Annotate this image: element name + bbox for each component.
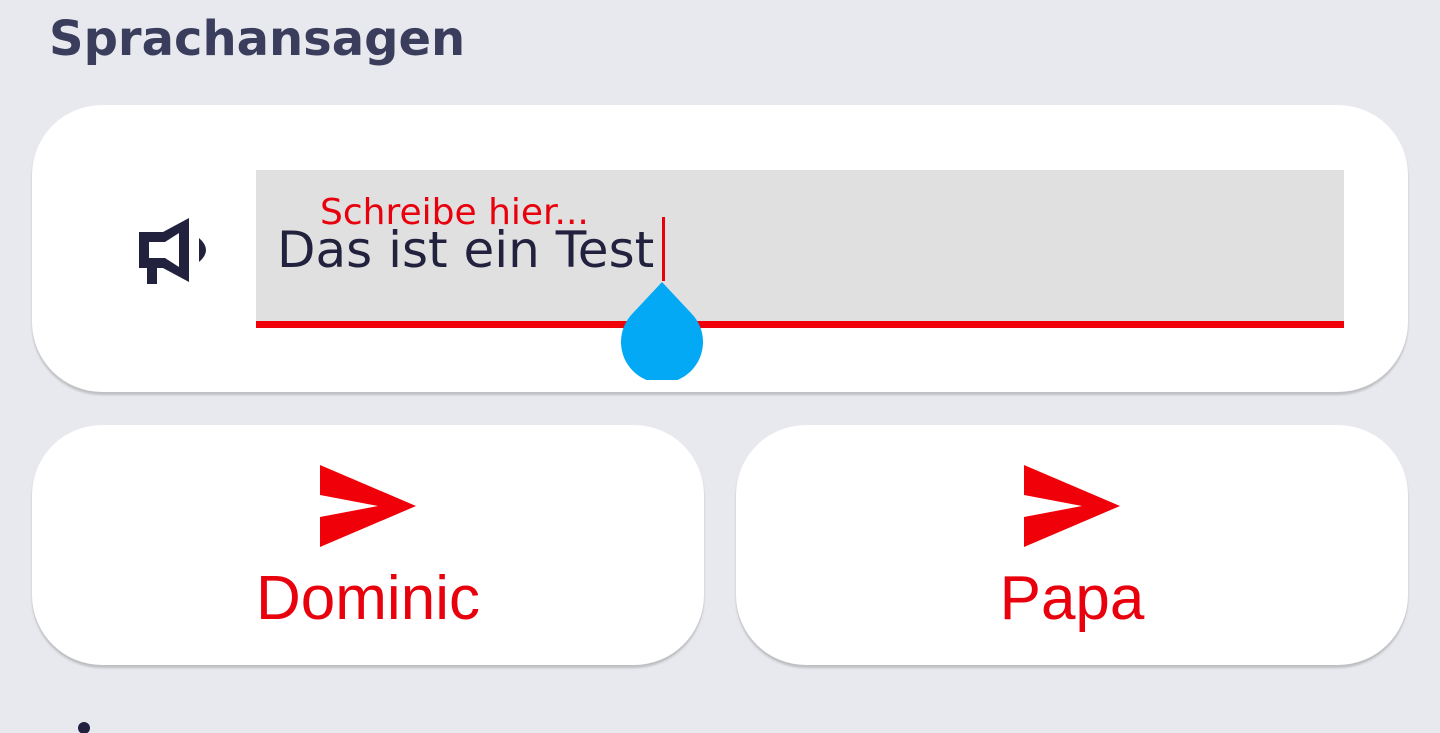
megaphone-icon [135, 216, 215, 286]
screen: Sprachansagen Schreibe hier... Das ist e… [0, 0, 1440, 733]
input-underline [256, 321, 1344, 328]
send-to-papa-button[interactable]: Papa [736, 425, 1408, 665]
section-title: Sprachansagen [49, 11, 466, 67]
input-value[interactable]: Das ist ein Test [277, 219, 654, 281]
send-icon [320, 465, 416, 547]
text-selection-handle[interactable] [620, 282, 704, 384]
send-button-label: Papa [999, 564, 1145, 633]
text-caret [662, 217, 665, 281]
send-to-dominic-button[interactable]: Dominic [32, 425, 704, 665]
send-icon [1024, 465, 1120, 547]
next-section-icon [64, 718, 104, 733]
send-button-label: Dominic [256, 564, 480, 633]
